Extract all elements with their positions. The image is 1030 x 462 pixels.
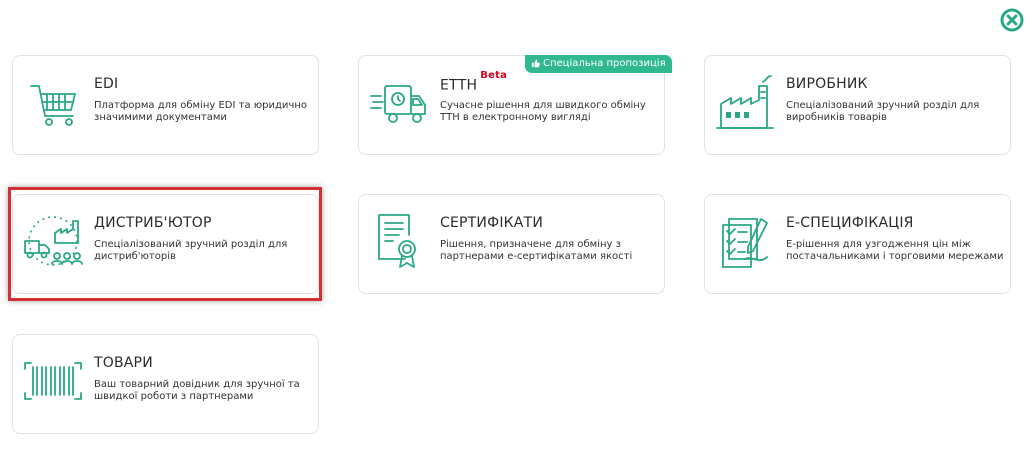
card-description: Спеціалізований зручний розділ для дистр… bbox=[94, 239, 288, 262]
card-certificates[interactable]: СЕРТИФІКАТИ Рішення, призначене для обмі… bbox=[358, 194, 665, 294]
delivery-truck-icon bbox=[370, 85, 426, 123]
card-title: ВИРОБНИК bbox=[786, 76, 868, 92]
factory-icon bbox=[716, 75, 774, 129]
card-manufacturer[interactable]: ВИРОБНИК Спеціалізований зручний розділ … bbox=[704, 55, 1011, 155]
card-edi[interactable]: EDI Платформа для обміну EDI та юридично… bbox=[12, 55, 319, 155]
card-description: Е-рішення для узгодження цін між постача… bbox=[786, 239, 1004, 262]
distribution-icon bbox=[24, 216, 83, 266]
shopping-cart-icon bbox=[30, 85, 76, 126]
card-title: ТОВАРИ bbox=[94, 355, 153, 371]
card-title: ЕТТНBeta bbox=[440, 70, 507, 94]
card-title-text: ЕТТН bbox=[440, 77, 478, 94]
card-description: Платформа для обміну EDI та юридично зна… bbox=[94, 100, 307, 123]
certificate-icon bbox=[378, 214, 416, 268]
card-description: Сучасне рішення для швидкого обміну ТТН … bbox=[440, 100, 646, 123]
card-description: Спеціалізований зручний розділ для вироб… bbox=[786, 100, 980, 123]
card-title: ДИСТРИБ'ЮТОР bbox=[94, 215, 212, 231]
close-icon bbox=[1000, 8, 1024, 32]
card-goods[interactable]: ТОВАРИ Ваш товарний довідник для зручної… bbox=[12, 334, 319, 434]
card-distributor[interactable]: ДИСТРИБ'ЮТОР Спеціалізований зручний роз… bbox=[12, 194, 319, 294]
beta-badge: Beta bbox=[480, 70, 508, 81]
special-offer-badge[interactable]: Спеціальна пропозиція bbox=[525, 55, 672, 73]
document-checklist-icon bbox=[722, 218, 768, 268]
special-offer-label: Спеціальна пропозиція bbox=[543, 58, 666, 69]
thumbs-up-icon bbox=[531, 59, 540, 68]
card-ettn[interactable]: Спеціальна пропозиція ЕТТНBeta Сучасне р… bbox=[358, 55, 672, 155]
close-button[interactable] bbox=[1000, 8, 1024, 32]
card-title: EDI bbox=[94, 76, 119, 92]
card-title: СЕРТИФІКАТИ bbox=[440, 215, 544, 231]
card-title: Е-СПЕЦИФІКАЦІЯ bbox=[786, 215, 914, 231]
card-description: Ваш товарний довідник для зручної та шви… bbox=[94, 379, 300, 402]
card-e-specification[interactable]: Е-СПЕЦИФІКАЦІЯ Е-рішення для узгодження … bbox=[704, 194, 1011, 294]
barcode-icon bbox=[24, 362, 82, 400]
card-description: Рішення, призначене для обміну з партнер… bbox=[440, 239, 633, 262]
